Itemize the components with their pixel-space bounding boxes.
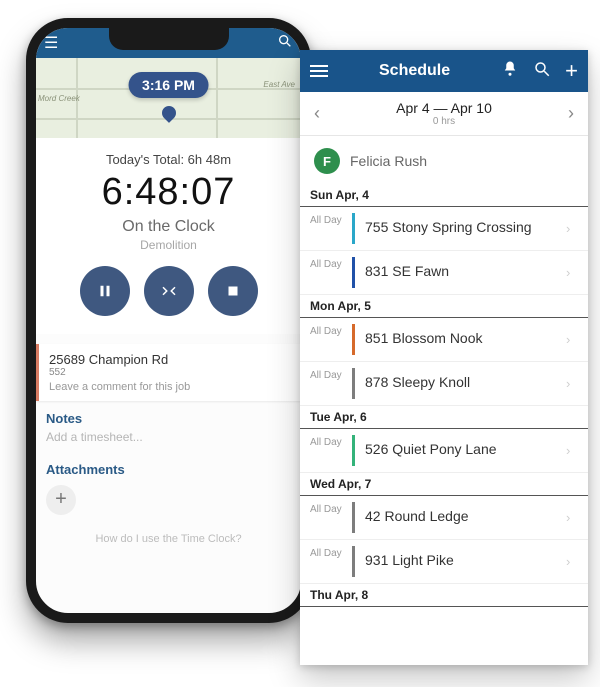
time-clock-phone: ☰ Mord Creek East Ave 3:16 PM Today's To… (26, 18, 311, 623)
job-address: 25689 Champion Rd (49, 352, 291, 367)
stop-icon (224, 282, 242, 300)
all-day-label: All Day (300, 362, 352, 405)
add-timesheet-input[interactable]: Add a timesheet... (36, 430, 301, 452)
event-title: 755 Stony Spring Crossing (355, 207, 566, 250)
chevron-right-icon: › (566, 429, 588, 472)
switch-button[interactable] (144, 266, 194, 316)
schedule-event[interactable]: All Day931 Light Pike› (300, 540, 588, 584)
page-title: Schedule (342, 62, 487, 80)
pause-button[interactable] (80, 266, 130, 316)
chevron-right-icon: › (566, 496, 588, 539)
day-header: Sun Apr, 4 (300, 184, 588, 207)
next-week-button[interactable]: › (554, 103, 588, 124)
clock-card: Today's Total: 6h 48m 6:48:07 On the Clo… (36, 138, 301, 334)
day-header: Thu Apr, 8 (300, 584, 588, 607)
prev-week-button[interactable]: ‹ (300, 103, 334, 124)
event-title: 526 Quiet Pony Lane (355, 429, 566, 472)
job-card[interactable]: 25689 Champion Rd 552 Leave a comment fo… (36, 344, 301, 401)
day-header: Mon Apr, 5 (300, 295, 588, 318)
schedule-event[interactable]: All Day526 Quiet Pony Lane› (300, 429, 588, 473)
menu-icon[interactable] (310, 62, 328, 80)
schedule-event[interactable]: All Day755 Stony Spring Crossing› (300, 207, 588, 251)
road-label: East Ave (263, 80, 295, 89)
chevron-right-icon: › (566, 540, 588, 583)
all-day-label: All Day (300, 429, 352, 472)
person-row[interactable]: F Felicia Rush (300, 136, 588, 184)
help-link[interactable]: How do I use the Time Clock? (36, 533, 301, 545)
schedule-header: Schedule + (300, 50, 588, 92)
bell-icon[interactable] (501, 60, 519, 83)
current-time-pill: 3:16 PM (128, 72, 209, 98)
event-title: 851 Blossom Nook (355, 318, 566, 361)
chevron-right-icon: › (566, 251, 588, 294)
clock-buttons (36, 266, 301, 316)
all-day-label: All Day (300, 251, 352, 294)
schedule-event[interactable]: All Day851 Blossom Nook› (300, 318, 588, 362)
day-header: Wed Apr, 7 (300, 473, 588, 496)
chevron-right-icon: › (566, 362, 588, 405)
elapsed-time: 6:48:07 (36, 171, 301, 214)
schedule-list: Sun Apr, 4All Day755 Stony Spring Crossi… (300, 184, 588, 607)
map-area[interactable]: Mord Creek East Ave 3:16 PM (36, 58, 301, 138)
event-title: 831 SE Fawn (355, 251, 566, 294)
notes-header: Notes (36, 401, 301, 430)
person-name: Felicia Rush (350, 153, 427, 169)
avatar: F (314, 148, 340, 174)
phone-notch (109, 28, 229, 50)
schedule-event[interactable]: All Day42 Round Ledge› (300, 496, 588, 540)
stop-button[interactable] (208, 266, 258, 316)
menu-icon[interactable]: ☰ (44, 33, 58, 53)
add-button[interactable]: + (565, 58, 578, 84)
all-day-label: All Day (300, 540, 352, 583)
road-label: Mord Creek (38, 94, 80, 103)
day-header: Tue Apr, 6 (300, 406, 588, 429)
all-day-label: All Day (300, 496, 352, 539)
all-day-label: All Day (300, 318, 352, 361)
all-day-label: All Day (300, 207, 352, 250)
date-range-row: ‹ Apr 4 — Apr 10 0 hrs › (300, 92, 588, 136)
event-title: 931 Light Pike (355, 540, 566, 583)
chevron-right-icon: › (566, 318, 588, 361)
attachments-header: Attachments (36, 452, 301, 481)
schedule-phone: Schedule + ‹ Apr 4 — Apr 10 0 hrs › F Fe… (300, 50, 588, 665)
event-title: 42 Round Ledge (355, 496, 566, 539)
today-total-label: Today's Total: 6h 48m (36, 152, 301, 167)
date-range: Apr 4 — Apr 10 (334, 100, 554, 116)
search-icon[interactable] (533, 60, 551, 83)
clock-status: On the Clock (36, 218, 301, 236)
chevron-right-icon: › (566, 207, 588, 250)
search-icon[interactable] (277, 33, 293, 54)
schedule-event[interactable]: All Day831 SE Fawn› (300, 251, 588, 295)
job-number: 552 (49, 367, 291, 378)
pause-icon (96, 282, 114, 300)
clock-task: Demolition (36, 238, 301, 252)
job-comment-placeholder[interactable]: Leave a comment for this job (49, 381, 291, 393)
add-attachment-button[interactable]: + (46, 485, 76, 515)
schedule-event[interactable]: All Day878 Sleepy Knoll› (300, 362, 588, 406)
shuffle-icon (160, 282, 178, 300)
event-title: 878 Sleepy Knoll (355, 362, 566, 405)
date-range-hours: 0 hrs (334, 116, 554, 127)
